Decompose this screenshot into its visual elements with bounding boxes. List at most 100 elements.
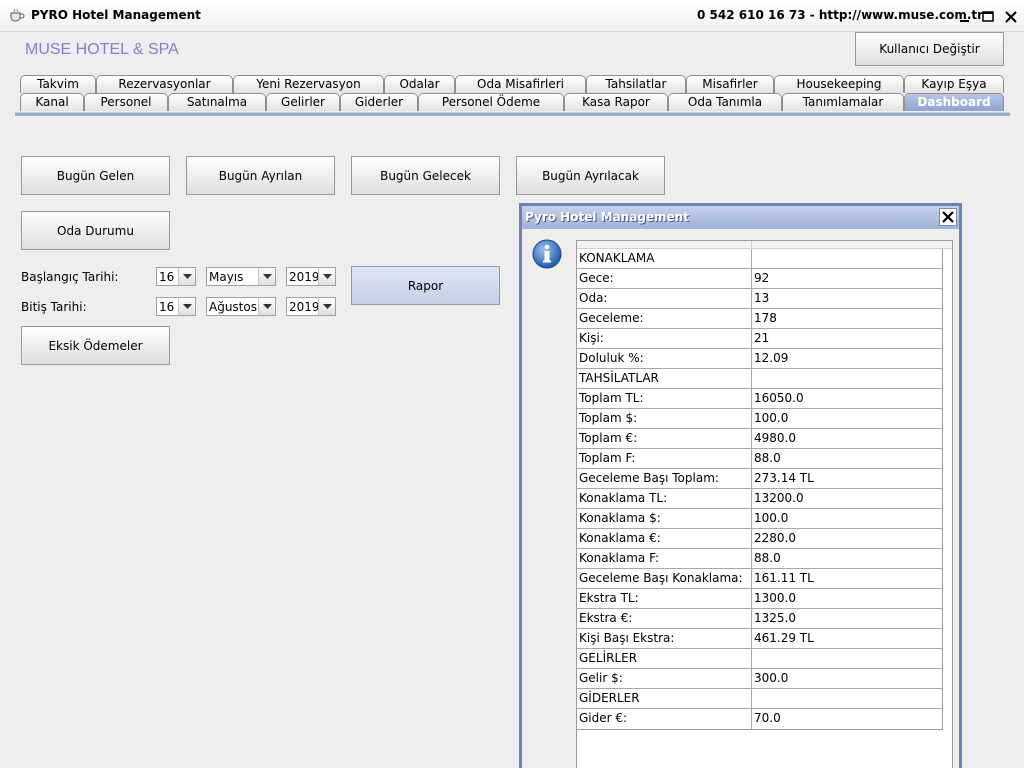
dropdown-arrow[interactable] <box>178 298 195 315</box>
row-value <box>752 649 942 668</box>
bugun-ayrilan-button[interactable]: Bugün Ayrılan <box>186 156 335 195</box>
close-icon <box>939 208 957 226</box>
tab-tanimlamalar[interactable]: Tanımlamalar <box>782 93 904 111</box>
title-bar: PYRO Hotel Management 0 542 610 16 73 - … <box>0 0 1024 32</box>
tab-personel[interactable]: Personel <box>84 93 168 111</box>
report-dialog: Pyro Hotel Management KONAKLAMA Gece: 92 Od… <box>519 203 962 768</box>
report-rows: KONAKLAMA Gece: 92 Oda: 13 Geceleme: 178 Kişi: 2… <box>577 249 943 730</box>
row-value: 100.0 <box>754 411 789 425</box>
row-value: 70.0 <box>754 711 781 725</box>
table-row: Gider €: 70.0 <box>577 709 942 729</box>
table-row: Kişi: 21 <box>577 329 942 349</box>
row-value: 4980.0 <box>754 431 796 445</box>
end-year-select[interactable]: 2019 <box>286 297 336 316</box>
end-month-select[interactable]: Ağustos <box>206 297 276 316</box>
tab-gelirler[interactable]: Gelirler <box>266 93 340 111</box>
row-label: Geceleme: <box>577 309 752 328</box>
row-label: Toplam $: <box>577 409 752 428</box>
tab-kanal[interactable]: Kanal <box>20 93 84 111</box>
end-date-label: Bitiş Tarihi: <box>21 300 87 314</box>
coffee-cup-icon <box>10 8 25 22</box>
row-label: Konaklama F: <box>577 549 752 568</box>
tab-housekeeping[interactable]: Housekeeping <box>774 75 904 93</box>
oda-durumu-button[interactable]: Oda Durumu <box>21 211 170 250</box>
row-label: GELİRLER <box>577 649 752 668</box>
maximize-button[interactable] <box>977 6 997 26</box>
tab-personel-odeme[interactable]: Personel Ödeme <box>418 93 564 111</box>
row-label: KONAKLAMA <box>577 249 752 268</box>
row-label: Doluluk %: <box>577 349 752 368</box>
tab-dashboard[interactable]: Dashboard <box>904 93 1004 111</box>
row-label: Konaklama $: <box>577 509 752 528</box>
start-year-select[interactable]: 2019 <box>286 267 336 286</box>
table-row: Konaklama $: 100.0 <box>577 509 942 529</box>
table-row: Kişi Başı Ekstra: 461.29 TL <box>577 629 942 649</box>
close-window-button[interactable] <box>1000 6 1020 26</box>
row-value: 2280.0 <box>754 531 796 545</box>
tab-odalar[interactable]: Odalar <box>384 75 455 93</box>
row-label: Ekstra €: <box>577 609 752 628</box>
dropdown-arrow[interactable] <box>258 298 275 315</box>
tab-kasa-rapor[interactable]: Kasa Rapor <box>564 93 668 111</box>
dialog-close-button[interactable] <box>939 208 957 226</box>
row-value: 21 <box>754 331 770 345</box>
start-year-value: 2019 <box>289 270 320 284</box>
start-date-label: Başlangıç Tarihi: <box>21 270 119 284</box>
dropdown-arrow[interactable] <box>178 268 195 285</box>
table-row: TAHSİLATLAR <box>577 369 942 389</box>
row-label: TAHSİLATLAR <box>577 369 752 388</box>
tab-misafirler[interactable]: Misafirler <box>686 75 774 93</box>
rapor-button[interactable]: Rapor <box>351 266 500 305</box>
row-value: 12.09 <box>754 351 789 365</box>
dropdown-arrow[interactable] <box>258 268 275 285</box>
row-value: 1325.0 <box>754 611 796 625</box>
tab-satinalma[interactable]: Satınalma <box>168 93 266 111</box>
row-value <box>752 689 942 708</box>
row-label: Geceleme Başı Konaklama: <box>577 569 752 588</box>
tab-oda-misafirleri[interactable]: Oda Misafirleri <box>455 75 586 93</box>
eksik-odemeler-button[interactable]: Eksik Ödemeler <box>21 326 170 365</box>
minimize-icon <box>960 20 969 22</box>
tab-kayip-esya[interactable]: Kayıp Eşya <box>904 75 1004 93</box>
tab-giderler[interactable]: Giderler <box>340 93 418 111</box>
user-switch-button[interactable]: Kullanıcı Değiştir <box>855 32 1004 66</box>
row-label: Gelir $: <box>577 669 752 688</box>
bugun-gelen-button[interactable]: Bugün Gelen <box>21 156 170 195</box>
chevron-down-icon <box>183 274 192 279</box>
bugun-gelecek-button[interactable]: Bugün Gelecek <box>351 156 500 195</box>
table-row: Gelir $: 300.0 <box>577 669 942 689</box>
tab-tahsilatlar[interactable]: Tahsilatlar <box>586 75 686 93</box>
maximize-icon <box>982 11 994 22</box>
row-value: 161.11 TL <box>754 571 814 585</box>
end-month-value: Ağustos <box>209 300 257 314</box>
close-icon <box>1005 11 1017 23</box>
tab-takvim[interactable]: Takvim <box>20 75 96 93</box>
table-row: Konaklama €: 2280.0 <box>577 529 942 549</box>
tab-oda-tanimla[interactable]: Oda Tanımla <box>668 93 782 111</box>
table-row: Toplam TL: 16050.0 <box>577 389 942 409</box>
row-label: Gece: <box>577 269 752 288</box>
dropdown-arrow[interactable] <box>318 268 335 285</box>
dropdown-arrow[interactable] <box>318 298 335 315</box>
row-value: 16050.0 <box>754 391 804 405</box>
minimize-button[interactable] <box>954 6 974 26</box>
end-year-value: 2019 <box>289 300 320 314</box>
start-day-select[interactable]: 16 <box>156 267 196 286</box>
bugun-ayrilacak-button[interactable]: Bugün Ayrılacak <box>516 156 665 195</box>
table-row: GİDERLER <box>577 689 942 709</box>
table-row: Oda: 13 <box>577 289 942 309</box>
table-row: Konaklama F: 88.0 <box>577 549 942 569</box>
row-label: Gider €: <box>577 709 752 729</box>
dialog-title: Pyro Hotel Management <box>525 210 689 224</box>
row-value: 178 <box>754 311 777 325</box>
tab-rezervasyonlar[interactable]: Rezervasyonlar <box>96 75 233 93</box>
start-month-select[interactable]: Mayıs <box>206 267 276 286</box>
row-value: 100.0 <box>754 511 789 525</box>
end-day-select[interactable]: 16 <box>156 297 196 316</box>
tab-yeni-rezervasyon[interactable]: Yeni Rezervasyon <box>233 75 384 93</box>
window-title: PYRO Hotel Management <box>31 8 201 22</box>
chevron-down-icon <box>263 304 272 309</box>
table-row: Geceleme Başı Toplam: 273.14 TL <box>577 469 942 489</box>
dialog-title-bar[interactable]: Pyro Hotel Management <box>522 206 959 229</box>
row-value: 273.14 TL <box>754 471 814 485</box>
